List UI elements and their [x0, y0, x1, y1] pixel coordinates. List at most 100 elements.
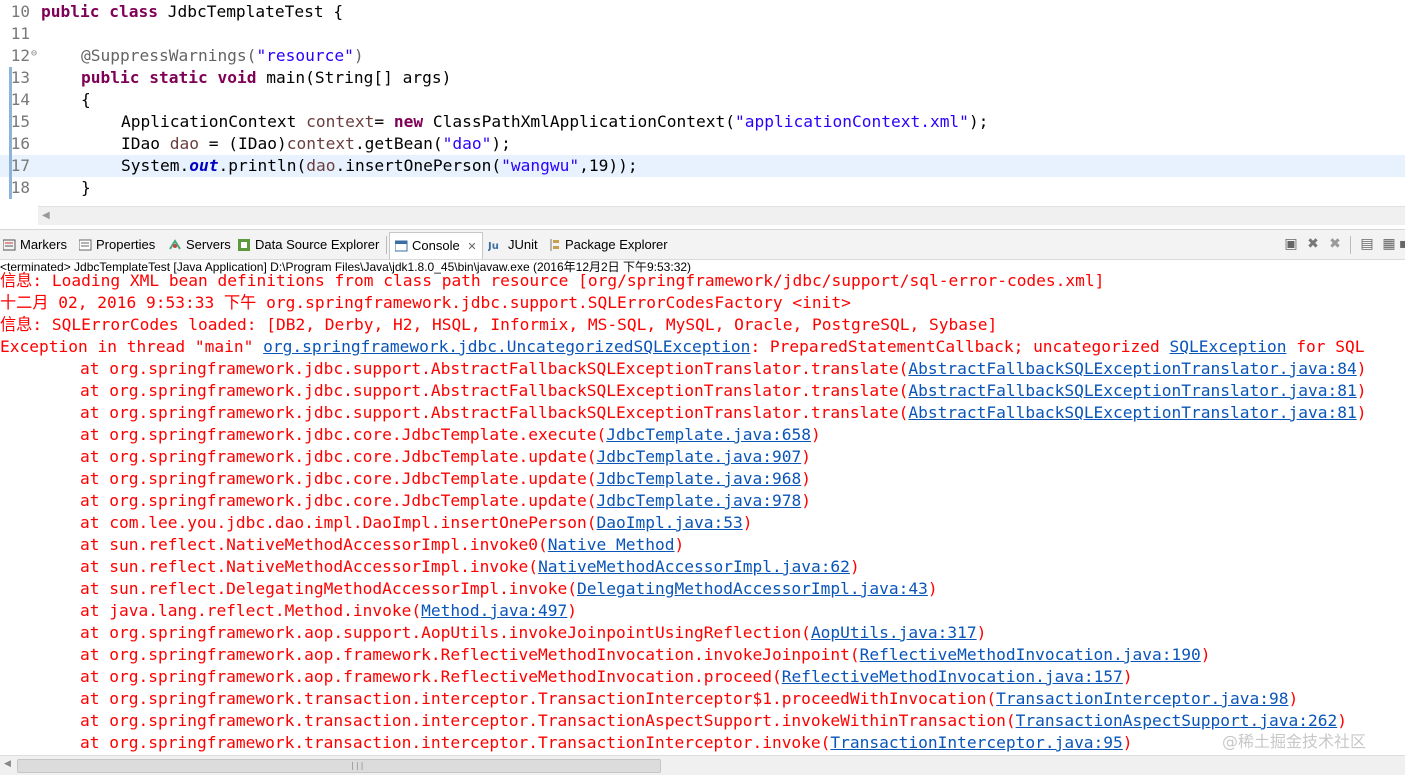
editor-line: 16 IDao dao = (IDao)context.getBean("dao…: [0, 133, 1405, 155]
tab-data-source-explorer[interactable]: Data Source Explorer: [238, 234, 379, 256]
terminate-icon[interactable]: ✖: [1305, 236, 1321, 252]
console-text: at sun.reflect.NativeMethodAccessorImpl.…: [80, 535, 548, 554]
watermark: @稀土掘金技术社区: [1222, 732, 1367, 751]
code-token: }: [81, 178, 91, 197]
source-link[interactable]: JdbcTemplate.java:978: [597, 491, 802, 510]
source-link[interactable]: Native Method: [548, 535, 675, 554]
console-text: ): [1356, 381, 1367, 400]
stack-trace-line: at sun.reflect.NativeMethodAccessorImpl.…: [80, 534, 684, 556]
editor-line: 14 {: [0, 89, 1405, 111]
console-text: ): [1337, 711, 1347, 730]
toolbar-divider: [1350, 236, 1351, 254]
code-token: ): [353, 46, 364, 65]
remove-all-terminated-icon[interactable]: ✖: [1327, 236, 1343, 252]
console-output[interactable]: 信息: Loading XML bean definitions from cl…: [0, 270, 1405, 756]
scrollbar-thumb[interactable]: |||: [17, 759, 661, 773]
editor-horizontal-scrollbar[interactable]: ◀: [38, 206, 1405, 225]
console-text: at com.lee.you.jdbc.dao.impl.DaoImpl.ins…: [80, 513, 597, 532]
source-link[interactable]: AbstractFallbackSQLExceptionTranslator.j…: [908, 403, 1356, 422]
display-selected-console-icon[interactable]: ▪: [1399, 236, 1405, 252]
line-number: 13: [10, 68, 30, 87]
console-text: at sun.reflect.DelegatingMethodAccessorI…: [80, 579, 578, 598]
console-text: ): [1356, 359, 1367, 378]
console-text: ): [1122, 667, 1133, 686]
source-link[interactable]: AbstractFallbackSQLExceptionTranslator.j…: [908, 359, 1356, 378]
tab-label: Package Explorer: [565, 237, 668, 252]
tab-package-explorer[interactable]: Package Explorer: [548, 234, 668, 256]
source-link[interactable]: TransactionInterceptor.java:98: [996, 689, 1288, 708]
console-text: 信息: SQLErrorCodes loaded: [DB2, Derby, H…: [0, 315, 998, 334]
editor-line: 13 public static void main(String[] args…: [0, 67, 1405, 89]
code-token: = (IDao): [198, 134, 287, 153]
source-link[interactable]: ReflectiveMethodInvocation.java:157: [782, 667, 1123, 686]
code-text: public class JdbcTemplateTest {: [41, 1, 343, 23]
source-link[interactable]: Method.java:497: [421, 601, 567, 620]
console-horizontal-scrollbar[interactable]: ◀ |||: [0, 755, 1405, 775]
editor-line: 10 public class JdbcTemplateTest {: [0, 1, 1405, 23]
console-text: at org.springframework.jdbc.core.JdbcTem…: [80, 447, 597, 466]
scroll-left-arrow-icon[interactable]: ◀: [4, 759, 11, 769]
code-editor[interactable]: 10 public class JdbcTemplateTest { 11 12…: [0, 0, 1405, 226]
line-number: 17: [10, 156, 30, 175]
source-link[interactable]: JdbcTemplate.java:968: [597, 469, 802, 488]
stack-trace-line: at org.springframework.aop.support.AopUt…: [80, 622, 986, 644]
code-token: public: [41, 2, 100, 21]
pin-console-icon[interactable]: ▦: [1381, 236, 1397, 252]
source-link[interactable]: DelegatingMethodAccessorImpl.java:43: [577, 579, 928, 598]
tab-label: Data Source Explorer: [255, 237, 380, 252]
line-number: 16: [10, 134, 30, 153]
tab-junit[interactable]: Ju JUnit: [487, 234, 538, 256]
stack-trace-line: at org.springframework.jdbc.support.Abst…: [80, 380, 1366, 402]
source-link[interactable]: AopUtils.java:317: [811, 623, 977, 642]
tab-console[interactable]: Console ✕: [389, 232, 483, 259]
editor-line: 11: [0, 23, 1405, 45]
console-text: at org.springframework.aop.framework.Ref…: [80, 645, 860, 664]
scroll-lock-icon[interactable]: ▤: [1359, 236, 1375, 252]
code-token: System.: [121, 156, 190, 175]
fold-toggle-icon[interactable]: ⊖: [31, 49, 37, 59]
close-tab-icon[interactable]: ✕: [467, 240, 476, 253]
code-token: .getBean(: [354, 134, 443, 153]
source-link[interactable]: NativeMethodAccessorImpl.java:62: [538, 557, 850, 576]
console-text: : PreparedStatementCallback; uncategoriz…: [750, 337, 1170, 356]
source-link[interactable]: ReflectiveMethodInvocation.java:190: [860, 645, 1201, 664]
code-token: @SuppressWarnings(: [81, 46, 257, 65]
source-link[interactable]: TransactionInterceptor.java:95: [830, 733, 1122, 752]
tab-properties[interactable]: Properties: [78, 234, 155, 256]
source-link[interactable]: org.springframework.jdbc.UncategorizedSQ…: [263, 337, 750, 356]
code-token: "dao": [442, 134, 492, 153]
editor-line: 15 ApplicationContext context= new Class…: [0, 111, 1405, 133]
code-token: main(String[] args): [256, 68, 452, 87]
source-link[interactable]: AbstractFallbackSQLExceptionTranslator.j…: [908, 381, 1356, 400]
console-text: at org.springframework.jdbc.core.JdbcTem…: [80, 491, 597, 510]
stack-trace-line: at java.lang.reflect.Method.invoke(Metho…: [80, 600, 577, 622]
source-link[interactable]: SQLException: [1170, 337, 1287, 356]
stack-trace-line: at org.springframework.jdbc.core.JdbcTem…: [80, 424, 821, 446]
code-token: out: [189, 156, 219, 175]
stack-trace-line: at org.springframework.transaction.inter…: [80, 688, 1298, 710]
editor-line-current: 17 System.out.println(dao.insertOnePerso…: [0, 155, 1405, 177]
console-text: at org.springframework.transaction.inter…: [80, 689, 997, 708]
source-link[interactable]: JdbcTemplate.java:658: [606, 425, 811, 444]
code-text: ApplicationContext context= new ClassPat…: [121, 111, 988, 133]
code-token: new: [393, 112, 424, 131]
tab-servers[interactable]: Servers: [169, 234, 231, 256]
stack-trace-line: at org.springframework.jdbc.support.Abst…: [80, 358, 1366, 380]
stack-trace-line: at org.springframework.aop.framework.Ref…: [80, 644, 1211, 666]
console-text: ): [567, 601, 578, 620]
source-link[interactable]: DaoImpl.java:53: [597, 513, 743, 532]
minimize-icon[interactable]: ▣: [1283, 236, 1299, 252]
console-line: 信息: Loading XML bean definitions from cl…: [0, 270, 1104, 292]
tab-markers[interactable]: Markers: [2, 234, 67, 256]
scroll-left-arrow-icon[interactable]: ◀: [42, 210, 50, 221]
code-token: =: [374, 112, 394, 131]
console-line: 十二月 02, 2016 9:53:33 下午 org.springframew…: [0, 292, 851, 314]
source-link[interactable]: JdbcTemplate.java:907: [597, 447, 802, 466]
code-token: "applicationContext.xml": [735, 112, 969, 131]
stack-trace-line: at org.springframework.jdbc.core.JdbcTem…: [80, 490, 811, 512]
console-text: ): [1122, 733, 1133, 752]
code-token: public: [81, 68, 140, 87]
source-link[interactable]: TransactionAspectSupport.java:262: [1016, 711, 1338, 730]
code-text: System.out.println(dao.insertOnePerson("…: [121, 155, 638, 177]
console-text: ): [801, 491, 811, 510]
